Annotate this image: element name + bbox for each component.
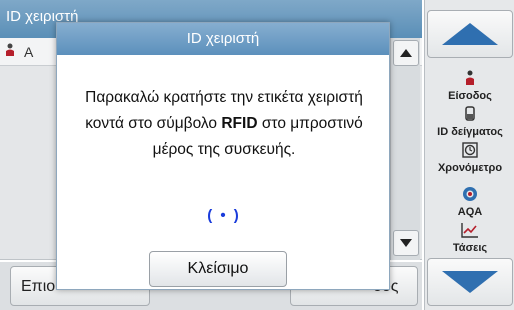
chevron-down-icon [442, 271, 498, 293]
sidebar-item-aqa[interactable]: AQA [425, 186, 514, 226]
triangle-down-icon [400, 239, 412, 247]
user-icon [425, 70, 514, 90]
back-button-label: Επιο [21, 278, 56, 295]
chevron-up-icon [442, 23, 498, 45]
sidebar-item-login[interactable]: Είσοδος [425, 70, 514, 110]
scroll-down-button[interactable] [393, 230, 419, 256]
sidebar-item-label: ID δείγματος [437, 126, 503, 138]
scroll-up-button[interactable] [393, 40, 419, 66]
sidebar-up-button[interactable] [427, 10, 513, 58]
list-scrollbar[interactable] [390, 38, 420, 260]
operator-id-dialog: ID χειριστή Παρακαλώ κρατήστε την ετικέτ… [56, 22, 390, 290]
rfid-indicator-icon: ( • ) [207, 207, 241, 224]
sidebar-item-sample-id[interactable]: ID δείγματος [425, 106, 514, 146]
aqa-icon [425, 186, 514, 206]
sidebar: Είσοδος ID δείγματος Χρονόμετρο AQA Τάσε… [424, 0, 514, 310]
close-button-label: Κλείσιμο [187, 260, 249, 277]
list-item-label: A [24, 44, 34, 60]
sample-vial-icon [425, 106, 514, 126]
sidebar-item-label: Είσοδος [448, 90, 492, 102]
triangle-up-icon [400, 49, 412, 57]
sidebar-item-label: AQA [457, 206, 483, 218]
dialog-message: Παρακαλώ κρατήστε την ετικέτα χειριστή κ… [67, 85, 381, 163]
sidebar-item-label: Χρονόμετρο [437, 162, 503, 174]
dialog-message-rfid: RFID [221, 115, 258, 132]
user-icon [5, 43, 15, 60]
sidebar-item-label: Τάσεις [452, 242, 488, 254]
close-button[interactable]: Κλείσιμο [149, 251, 287, 287]
timer-icon [425, 142, 514, 162]
sidebar-item-timer[interactable]: Χρονόμετρο [425, 142, 514, 182]
trend-chart-icon [425, 222, 514, 242]
sidebar-down-button[interactable] [427, 258, 513, 306]
sidebar-item-trends[interactable]: Τάσεις [425, 222, 514, 262]
dialog-title: ID χειριστή [57, 23, 389, 55]
